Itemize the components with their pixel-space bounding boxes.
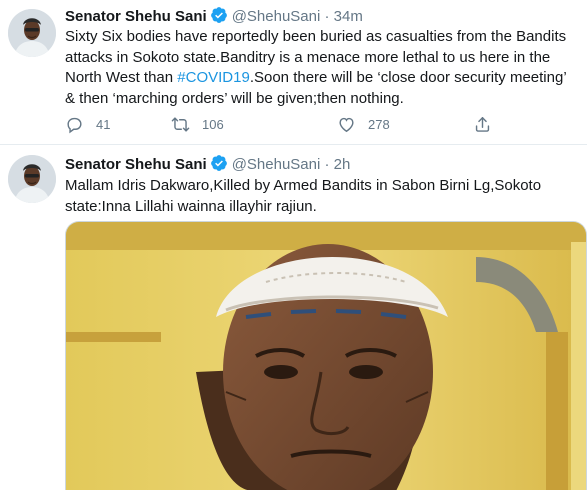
avatar-image bbox=[8, 9, 56, 57]
author-name[interactable]: Senator Shehu Sani bbox=[65, 156, 207, 173]
author-avatar[interactable] bbox=[8, 9, 56, 57]
tweet-text: Sixty Six bodies have reportedly been bu… bbox=[65, 27, 577, 109]
share-button[interactable] bbox=[473, 113, 492, 135]
retweet-icon bbox=[171, 116, 190, 132]
avatar-image bbox=[8, 155, 56, 203]
tweet-header: Senator Shehu Sani @ShehuSani · 2h bbox=[65, 154, 350, 174]
reply-count: 41 bbox=[96, 116, 111, 132]
author-avatar[interactable] bbox=[8, 155, 56, 203]
verified-badge-icon bbox=[210, 155, 227, 171]
hashtag-link[interactable]: #COVID19 bbox=[177, 69, 250, 86]
retweet-button[interactable]: 106 bbox=[171, 113, 224, 135]
like-icon bbox=[339, 117, 354, 132]
retweet-count: 106 bbox=[202, 116, 224, 132]
author-name[interactable]: Senator Shehu Sani bbox=[65, 8, 207, 25]
like-button[interactable]: 278 bbox=[337, 113, 390, 135]
separator-glyph: · bbox=[324, 8, 330, 25]
reply-button[interactable]: 41 bbox=[65, 113, 110, 135]
tweet-actions: 41 106 278 bbox=[65, 113, 525, 135]
separator-glyph: · bbox=[324, 156, 330, 173]
author-handle[interactable]: @ShehuSani bbox=[232, 8, 321, 25]
photo-image bbox=[66, 222, 586, 490]
tweet[interactable]: Senator Shehu Sani @ShehuSani · 34m Sixty… bbox=[0, 0, 587, 145]
tweet[interactable]: Senator Shehu Sani @ShehuSani · 2h Mallam… bbox=[0, 145, 587, 490]
verified-badge-icon bbox=[210, 7, 227, 23]
tweet-header: Senator Shehu Sani @ShehuSani · 34m bbox=[65, 6, 363, 26]
share-icon bbox=[475, 116, 490, 132]
reply-icon bbox=[67, 117, 82, 133]
author-handle[interactable]: @ShehuSani bbox=[232, 156, 321, 173]
dot-separator: · bbox=[320, 156, 333, 173]
like-count: 278 bbox=[368, 116, 390, 132]
tweet-text: Mallam Idris Dakwaro,Killed by Armed Ban… bbox=[65, 177, 542, 215]
tweet-timestamp[interactable]: 2h bbox=[334, 156, 351, 173]
tweet-photo[interactable] bbox=[65, 221, 587, 490]
tweet-timestamp[interactable]: 34m bbox=[334, 8, 363, 25]
dot-separator: · bbox=[320, 8, 333, 25]
